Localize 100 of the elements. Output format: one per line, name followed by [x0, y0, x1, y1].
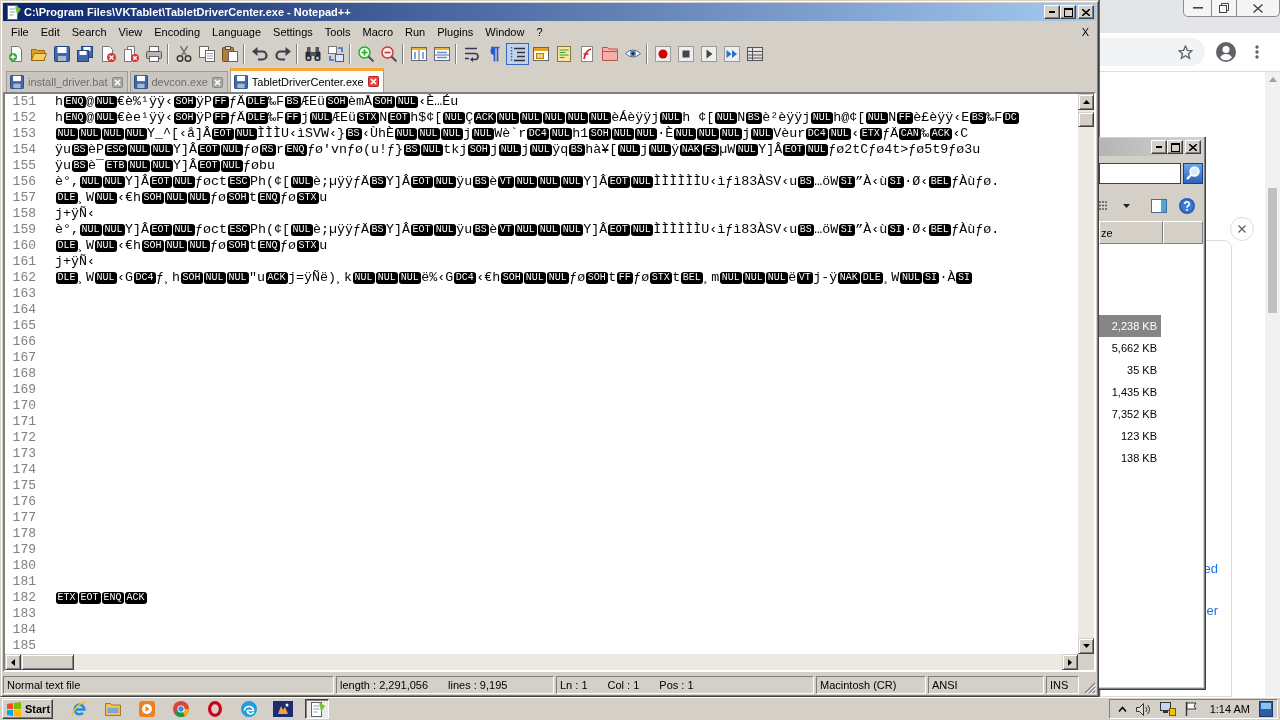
file-row[interactable]: 138 KB	[1099, 447, 1161, 469]
view-button[interactable]	[1099, 201, 1133, 210]
speaker-icon[interactable]	[1135, 702, 1151, 716]
window-icon	[532, 46, 549, 61]
file-row[interactable]: 1,435 KB	[1099, 381, 1161, 403]
page-plus-icon	[7, 45, 24, 62]
show-hidden-icons-button[interactable]	[1117, 706, 1127, 712]
flag-icon[interactable]	[1184, 702, 1197, 716]
notepad-icon	[5, 4, 21, 20]
vertical-scrollbar[interactable]	[1078, 94, 1094, 654]
list-view-icon	[1099, 201, 1108, 210]
menu-icon	[1255, 45, 1259, 59]
search-field[interactable]	[1099, 162, 1181, 184]
line-number: 169	[12, 382, 36, 398]
scroll-up-button[interactable]	[1078, 94, 1094, 110]
line-number: 173	[12, 446, 36, 462]
file-row[interactable]: 5,662 KB	[1099, 337, 1161, 359]
file-row[interactable]: 7,352 KB	[1099, 403, 1161, 425]
file-row[interactable]: 35 KB	[1099, 359, 1161, 381]
resize-grip-icon	[1084, 682, 1096, 694]
status-text: Macintosh (CR)	[820, 679, 897, 691]
column-header[interactable]	[1163, 221, 1203, 244]
minimize-icon	[1049, 11, 1055, 13]
line-number: 162	[12, 270, 36, 286]
maximize-button[interactable]	[1167, 140, 1183, 154]
grid-icon	[746, 46, 763, 61]
link[interactable]: er	[1206, 604, 1218, 618]
tab[interactable]: TabletDriverCenter.exe	[229, 68, 384, 92]
menu-item[interactable]: Plugins	[431, 22, 480, 41]
bookmark-button[interactable]	[1178, 44, 1193, 60]
preview-pane-button[interactable]	[1151, 198, 1167, 213]
profile-button[interactable]	[1216, 42, 1236, 62]
code-line: h ENQ @ NUL €èe¹ÿÿ‹ SOH ÿP FF ƒÄ DLE ‰F FF j NUL ÆEü STX N EOT h$¢[ NUL Ç ACK NUL NUL NUL NUL NUL èÁèÿÿj NUL h ¢[ NUL N BS è²èÿÿj NUL h@¢[ NUL N FF è£èÿÿ‹E BS ‰F DC	[55, 110, 1020, 126]
line-number: 165	[12, 318, 36, 334]
scroll-down-button[interactable]	[1078, 638, 1094, 654]
scroll-left-button[interactable]	[5, 654, 21, 670]
line-number: 183	[12, 606, 36, 622]
line-number: 159	[12, 222, 36, 238]
help-icon	[1179, 197, 1195, 214]
line-number: 154	[12, 142, 36, 158]
line-number: 175	[12, 478, 36, 494]
scroll-thumb[interactable]	[1078, 112, 1094, 127]
tablet-app-button[interactable]	[271, 699, 295, 719]
close-icon	[1082, 8, 1090, 16]
menu-item[interactable]: Window	[479, 22, 531, 41]
menu-button[interactable]	[1255, 45, 1259, 59]
code-line: è°, NUL NUL Y]Â EOT NUL ƒøct ESC Ph(¢[ NUL è;µÿÿƒÄ BS Y]Â EOT NUL ÿu BS è VT NUL NUL NUL Y]Â EOT NUL ÌÌÌÌÌÌU‹ìƒì83ÀSV‹u BS …öW SI ”À‹ù SI ·Ø‹ BEL ƒÀùƒø.	[55, 222, 1000, 238]
menu-item[interactable]: Tools	[318, 22, 357, 41]
horizontal-scrollbar[interactable]	[5, 654, 1078, 670]
search-icon	[1186, 166, 1200, 180]
line-number: 178	[12, 526, 36, 542]
magnifier-plus-icon	[357, 45, 374, 62]
scroll-right-button[interactable]	[1062, 654, 1078, 670]
windows-logo-icon	[6, 701, 22, 717]
minimize-icon	[1192, 7, 1203, 9]
indent-guide-button[interactable]	[506, 42, 529, 65]
close-icon[interactable]	[111, 76, 123, 88]
menu-item[interactable]: Settings	[267, 22, 319, 41]
close-document-button[interactable]: X	[1074, 22, 1096, 41]
close-icon[interactable]	[367, 76, 379, 87]
clock[interactable]: 1:14 AM	[1209, 703, 1250, 715]
line-number: 155	[12, 158, 36, 174]
vertical-scrollbar[interactable]	[1265, 72, 1280, 697]
start-button[interactable]: Start	[2, 699, 53, 719]
left-arrow-icon	[11, 658, 15, 666]
file-row[interactable]: 123 KB	[1099, 425, 1161, 447]
fast-forward-icon	[723, 45, 740, 62]
maximize-icon	[1063, 7, 1073, 17]
preview-pane-icon	[1151, 198, 1167, 213]
menu-item[interactable]: Language	[206, 22, 268, 41]
menu-item[interactable]: Run	[399, 22, 432, 41]
scroll-thumb[interactable]	[21, 654, 74, 670]
close-icon[interactable]	[211, 76, 223, 88]
show-desktop-icon	[1259, 701, 1273, 717]
menu-item[interactable]: Edit	[34, 22, 66, 41]
status-text: Pos : 1	[659, 679, 694, 691]
pilcrow-icon	[489, 45, 500, 62]
status-text: Ln : 1	[560, 679, 588, 691]
search-button[interactable]	[1183, 162, 1203, 184]
menu-item[interactable]: View	[112, 22, 149, 41]
notepad-icon	[309, 701, 325, 717]
minimize-button[interactable]	[1151, 140, 1167, 154]
show-desktop-button[interactable]	[1259, 701, 1273, 717]
maximize-button[interactable]	[1060, 5, 1076, 19]
minimize-button[interactable]	[1044, 5, 1060, 19]
network-icon[interactable]	[1159, 702, 1176, 716]
scroll-thumb[interactable]	[1268, 188, 1277, 313]
menu-item[interactable]: Encoding	[148, 22, 207, 41]
menu-item[interactable]: Macro	[356, 22, 400, 41]
notepad-button[interactable]	[305, 699, 329, 719]
column-header[interactable]: ze	[1099, 221, 1163, 244]
menu-item[interactable]: Search	[65, 22, 113, 41]
line-number: 163	[12, 286, 36, 302]
up-arrow-icon	[1268, 77, 1277, 82]
code-line: è°, NUL NUL Y]Â EOT NUL ƒøct ESC Ph(¢[ NUL è;µÿÿƒÄ BS Y]Â EOT NUL ÿu BS è VT NUL NUL NUL Y]Â EOT NUL ÌÌÌÌÌÌU‹ìƒì83ÀSV‹u BS …öW SI ”À‹ù SI ·Ø‹ BEL ƒÀùƒø.	[55, 174, 1000, 190]
menu-item[interactable]: ?	[530, 22, 549, 41]
help-button[interactable]	[1179, 197, 1195, 214]
file-row[interactable]: 2,238 KB	[1099, 315, 1161, 337]
code-line: NUL NUL NUL NUL Y_^[‹å]Â EOT NUL ÌÌÌU‹ìSVW‹} BS ‹ÙhÈ NUL NUL NUL j NUL Wè`r DC4 NUL h1 SOH NUL NUL ·È NUL NUL NUL j NUL Vèur DC4 NUL ‹ ETX ƒÄ CAN ‰ ACK ‹C	[55, 126, 969, 142]
menu-item[interactable]: File	[5, 22, 35, 41]
